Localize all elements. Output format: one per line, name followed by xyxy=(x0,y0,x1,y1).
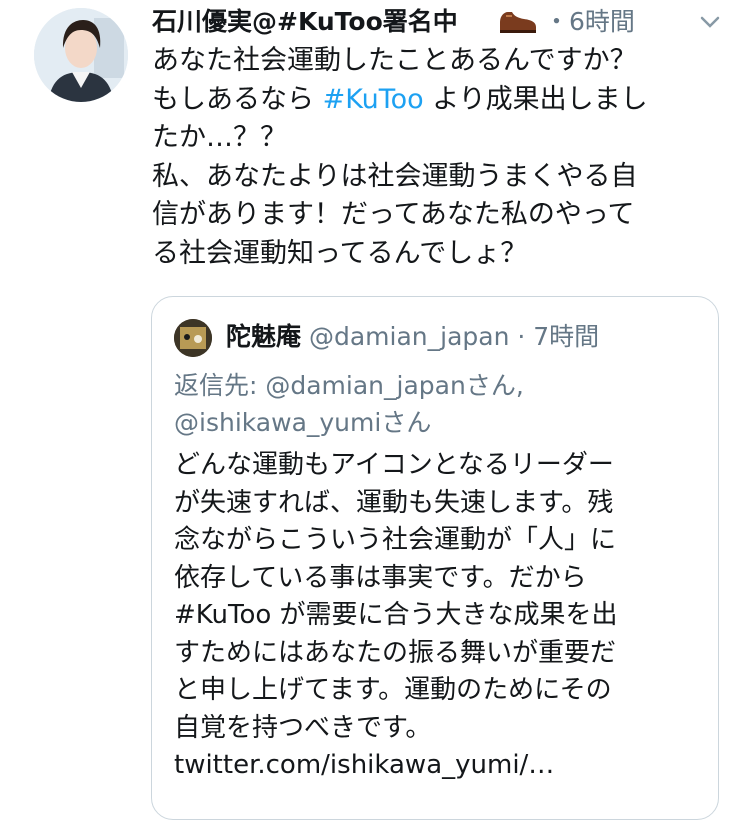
quoted-tweet-card[interactable]: 陀魅庵 @damian_japan · 7時間 返信先: @damian_jap… xyxy=(151,296,719,820)
quoted-author-avatar xyxy=(174,319,212,357)
tweet-time[interactable]: ・6時間 xyxy=(544,2,635,38)
tweet-line: 信があります！だってあなた私のやって xyxy=(152,199,635,230)
quoted-author-handle: @damian_japan xyxy=(308,322,510,351)
quoted-link[interactable]: twitter.com/ishikawa_yumi/… xyxy=(174,747,704,785)
quoted-line: 自覚を持つべきです。 xyxy=(174,712,432,743)
reply-to: 返信先: @damian_japanさん, @ishikawa_yumiさん xyxy=(174,367,694,441)
tweet-line: あなた社会運動したことあるんですか？ xyxy=(152,45,637,76)
reply-to-line: @ishikawa_yumiさん xyxy=(174,408,432,437)
quoted-author-name: 陀魅庵 xyxy=(226,322,302,351)
tweet-line: もしあるなら #KuToo より成果出しまし xyxy=(152,83,648,115)
tweet-line: る社会運動知ってるんでしょ？ xyxy=(152,237,528,269)
quoted-line: と申し上げてます。運動のためにその xyxy=(174,675,612,705)
reply-to-line: 返信先: @damian_japanさん, xyxy=(174,371,524,400)
hashtag-link[interactable]: #KuToo xyxy=(323,84,424,115)
tweet-line: 私、あなたよりは社会運動うまくやる自 xyxy=(152,160,638,192)
quoted-line: すためにはあなたの振る舞いが重要だ xyxy=(174,637,617,668)
quoted-line: 依存している事は事実です。だから xyxy=(174,562,587,593)
quoted-line: が失速すれば、運動も失速します。残 xyxy=(174,487,614,518)
author-avatar[interactable] xyxy=(34,8,128,102)
chevron-down-icon[interactable] xyxy=(700,14,720,28)
quoted-text: どんな運動もアイコンとなるリーダー が失速すれば、運動も失速します。残 念ながら… xyxy=(174,447,704,785)
quoted-line: 念ながらこういう社会運動が「人」に xyxy=(174,525,617,555)
quoted-header: 陀魅庵 @damian_japan · 7時間 xyxy=(226,317,599,353)
tweet-header: 石川優実@#KuToo署名中 ・6時間 xyxy=(152,2,742,42)
tweet-line: たか…？？ xyxy=(152,122,287,153)
author-name[interactable]: 石川優実@#KuToo署名中 xyxy=(152,2,458,38)
quoted-line: どんな運動もアイコンとなるリーダー xyxy=(174,450,614,480)
quoted-time: · 7時間 xyxy=(517,322,600,351)
quoted-line: #KuToo が需要に合う大きな成果を出 xyxy=(174,600,618,630)
shoe-icon xyxy=(498,8,538,34)
author-photo xyxy=(34,8,128,102)
tweet-text: あなた社会運動したことあるんですか？ もしあるなら #KuToo より成果出しま… xyxy=(152,42,720,273)
